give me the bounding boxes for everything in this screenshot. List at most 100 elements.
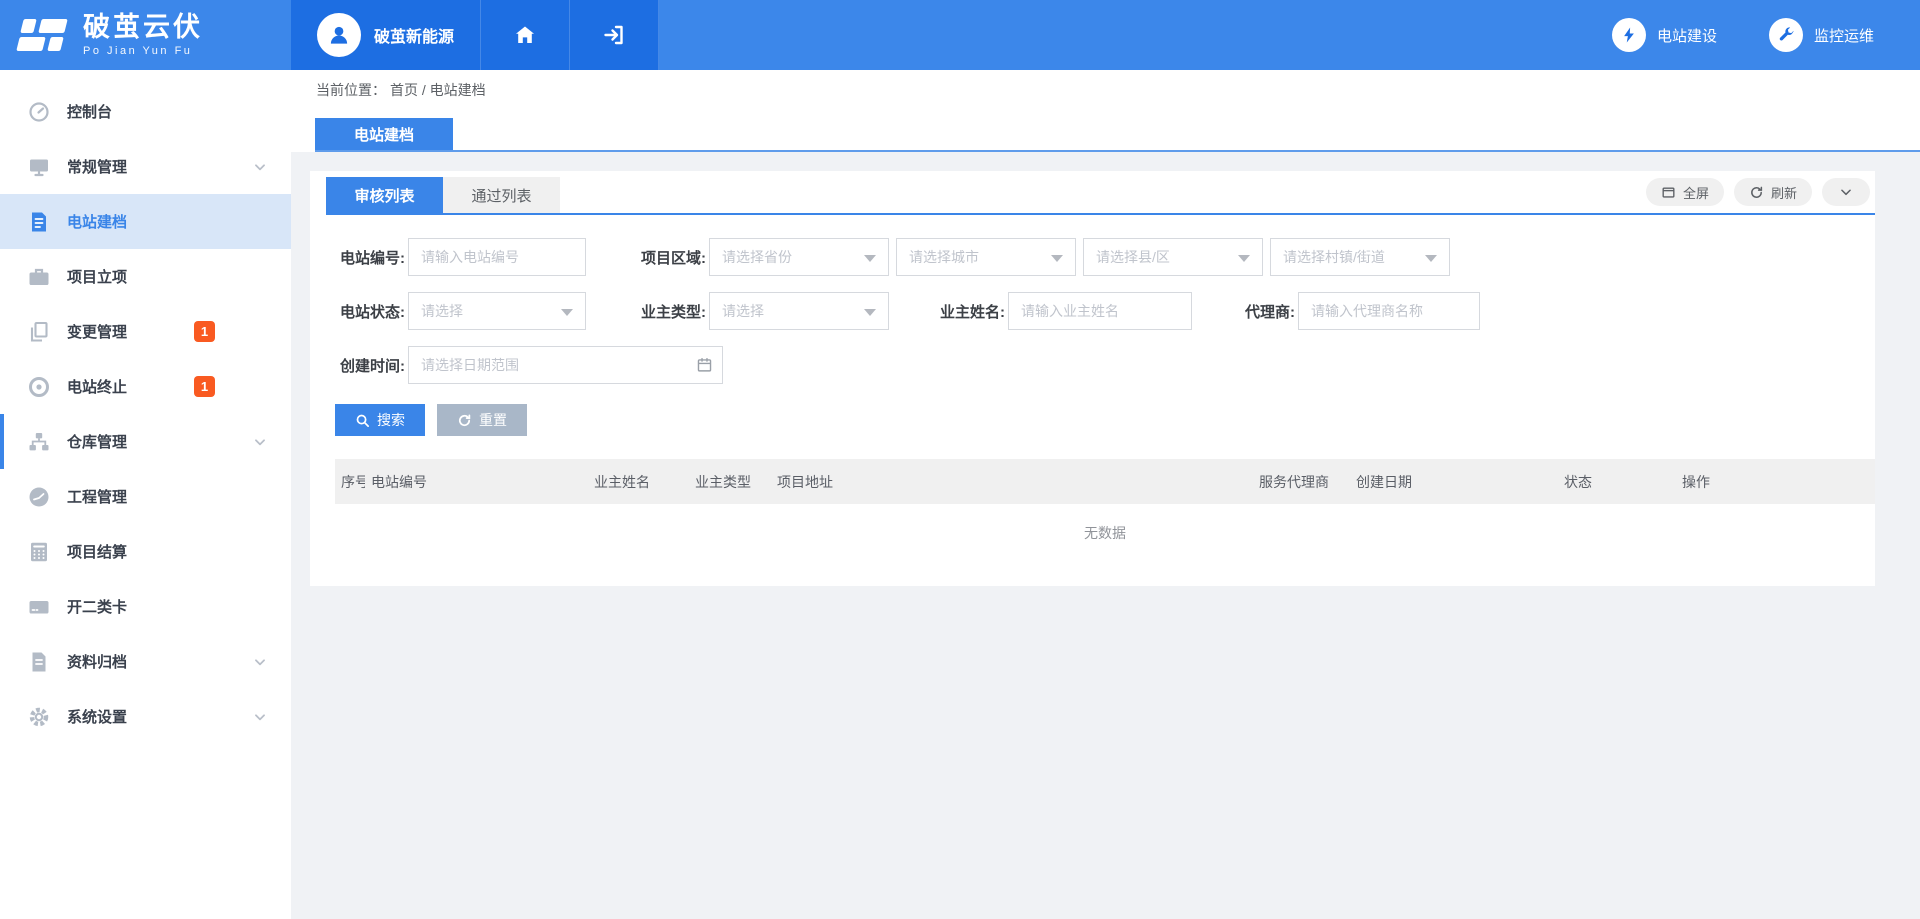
date-range-input[interactable]: [408, 346, 723, 384]
col-status: 状态: [1558, 459, 1676, 504]
calculator-icon: [27, 540, 51, 564]
header-right-nav: 电站建设 监控运维: [1612, 0, 1920, 70]
agent-label: 代理商:: [1239, 301, 1295, 322]
page-tab-station-archive[interactable]: 电站建档: [315, 118, 453, 150]
search-button[interactable]: 搜索: [335, 404, 425, 436]
main-area: 当前位置： 首页 / 电站建档 电站建档 审核列表 通过列表: [291, 70, 1920, 919]
sidebar-item-label: 工程管理: [67, 486, 127, 507]
sidebar-item-label: 项目结算: [67, 541, 127, 562]
brand: 破茧云伏 Po Jian Yun Fu: [0, 0, 291, 70]
chevron-down-icon: [253, 435, 267, 449]
home-button[interactable]: [481, 0, 570, 70]
reset-label: 重置: [479, 410, 507, 430]
empty-state: 无数据: [335, 504, 1875, 562]
sidebar-item-label: 资料归档: [67, 651, 127, 672]
owner-name-input[interactable]: [1008, 292, 1192, 330]
briefcase-icon: [27, 265, 51, 289]
sidebar-item-project-initiation[interactable]: 项目立项: [0, 249, 291, 304]
col-service-agent: 服务代理商: [1253, 459, 1350, 504]
station-status-select[interactable]: 请选择: [408, 292, 586, 330]
sidebar-item-station-terminate[interactable]: 电站终止 1: [0, 359, 291, 414]
create-time-label: 创建时间:: [335, 355, 405, 376]
city-select[interactable]: 请选择城市: [896, 238, 1076, 276]
avatar-icon: [317, 13, 361, 57]
nav-monitor-ops-label: 监控运维: [1814, 25, 1874, 46]
filter-row-1: 电站编号: 项目区域: 请选择省份 请选择城市 请选择县/区 请选择村镇/街道: [335, 238, 1875, 276]
county-select[interactable]: 请选择县/区: [1083, 238, 1263, 276]
content-area: 审核列表 通过列表 全屏 刷新: [291, 152, 1920, 919]
card-toolbar: 全屏 刷新: [1646, 178, 1875, 206]
tenant-menu[interactable]: 破茧新能源: [291, 0, 481, 70]
reset-button[interactable]: 重置: [437, 404, 527, 436]
sidebar-item-station-archive[interactable]: 电站建档: [0, 194, 291, 249]
search-label: 搜索: [377, 410, 405, 430]
sidebar-item-label: 控制台: [67, 101, 112, 122]
sitemap-icon: [27, 430, 51, 454]
document-icon: [27, 210, 51, 234]
nav-station-build[interactable]: 电站建设: [1612, 18, 1717, 52]
tenant-name: 破茧新能源: [374, 23, 454, 47]
refresh-button[interactable]: 刷新: [1734, 178, 1812, 206]
sidebar-item-data-archive[interactable]: 资料归档: [0, 634, 291, 689]
filter-row-3: 创建时间:: [335, 346, 1875, 384]
app: 破茧云伏 Po Jian Yun Fu 破茧新能源: [0, 0, 1920, 919]
col-seq: 序号: [335, 459, 365, 504]
region-label: 项目区域:: [638, 247, 706, 268]
page-tab-bar: 电站建档: [291, 110, 1920, 152]
town-select[interactable]: 请选择村镇/街道: [1270, 238, 1450, 276]
header-middle: 破茧新能源: [291, 0, 659, 70]
sidebar-item-project-settlement[interactable]: 项目结算: [0, 524, 291, 579]
wrench-icon: [1769, 18, 1803, 52]
sidebar-item-open-type2-card[interactable]: 开二类卡: [0, 579, 291, 634]
sidebar-item-general-mgmt[interactable]: 常规管理: [0, 139, 291, 194]
sidebar-item-change-mgmt[interactable]: 变更管理 1: [0, 304, 291, 359]
results-table: 序号 电站编号 业主姓名 业主类型 项目地址 服务代理商 创建日期 状态 操作: [335, 459, 1875, 562]
notification-badge: 1: [194, 321, 215, 342]
reset-icon: [457, 413, 472, 428]
chevron-down-icon: [253, 655, 267, 669]
col-actions: 操作: [1676, 459, 1875, 504]
copy-files-icon: [27, 320, 51, 344]
sidebar: 控制台 常规管理 电站建档 项目立项 变更管理 1: [0, 70, 291, 919]
breadcrumb-label: 当前位置：: [316, 80, 386, 100]
col-station-no: 电站编号: [365, 459, 588, 504]
brand-title: 破茧云伏: [83, 14, 203, 41]
card-tabs: 审核列表 通过列表 全屏 刷新: [326, 171, 1875, 215]
col-create-date: 创建日期: [1350, 459, 1558, 504]
nav-monitor-ops[interactable]: 监控运维: [1769, 18, 1874, 52]
sidebar-item-label: 项目立项: [67, 266, 127, 287]
chevron-down-icon: [253, 160, 267, 174]
home-icon: [513, 23, 537, 47]
app-header: 破茧云伏 Po Jian Yun Fu 破茧新能源: [0, 0, 1920, 70]
col-owner-name: 业主姓名: [588, 459, 689, 504]
file-icon: [27, 650, 51, 674]
lightning-icon: [1612, 18, 1646, 52]
logout-button[interactable]: [570, 0, 659, 70]
owner-type-label: 业主类型:: [638, 301, 706, 322]
notification-badge: 1: [194, 376, 215, 397]
sidebar-item-engineering-mgmt[interactable]: 工程管理: [0, 469, 291, 524]
sidebar-item-warehouse-mgmt[interactable]: 仓库管理: [0, 414, 291, 469]
monitor-icon: [27, 155, 51, 179]
collapse-button[interactable]: [1822, 178, 1870, 206]
dashboard-icon: [27, 100, 51, 124]
sidebar-item-console[interactable]: 控制台: [0, 84, 291, 139]
tab-passed-list[interactable]: 通过列表: [443, 177, 560, 213]
sign-in-icon: [602, 23, 626, 47]
owner-type-select[interactable]: 请选择: [709, 292, 889, 330]
gear-icon: [27, 705, 51, 729]
brand-text: 破茧云伏 Po Jian Yun Fu: [83, 14, 203, 57]
gauge-icon: [27, 485, 51, 509]
breadcrumb: 当前位置： 首页 / 电站建档: [291, 70, 1920, 110]
sidebar-item-label: 仓库管理: [67, 431, 127, 452]
fullscreen-button[interactable]: 全屏: [1646, 178, 1724, 206]
sidebar-item-label: 开二类卡: [67, 596, 127, 617]
tab-review-list[interactable]: 审核列表: [326, 177, 443, 213]
sidebar-item-system-settings[interactable]: 系统设置: [0, 689, 291, 744]
province-select[interactable]: 请选择省份: [709, 238, 889, 276]
table-header-row: 序号 电站编号 业主姓名 业主类型 项目地址 服务代理商 创建日期 状态 操作: [335, 459, 1875, 504]
breadcrumb-path[interactable]: 首页 / 电站建档: [390, 80, 486, 100]
station-no-input[interactable]: [408, 238, 586, 276]
record-circle-icon: [27, 375, 51, 399]
agent-input[interactable]: [1298, 292, 1480, 330]
